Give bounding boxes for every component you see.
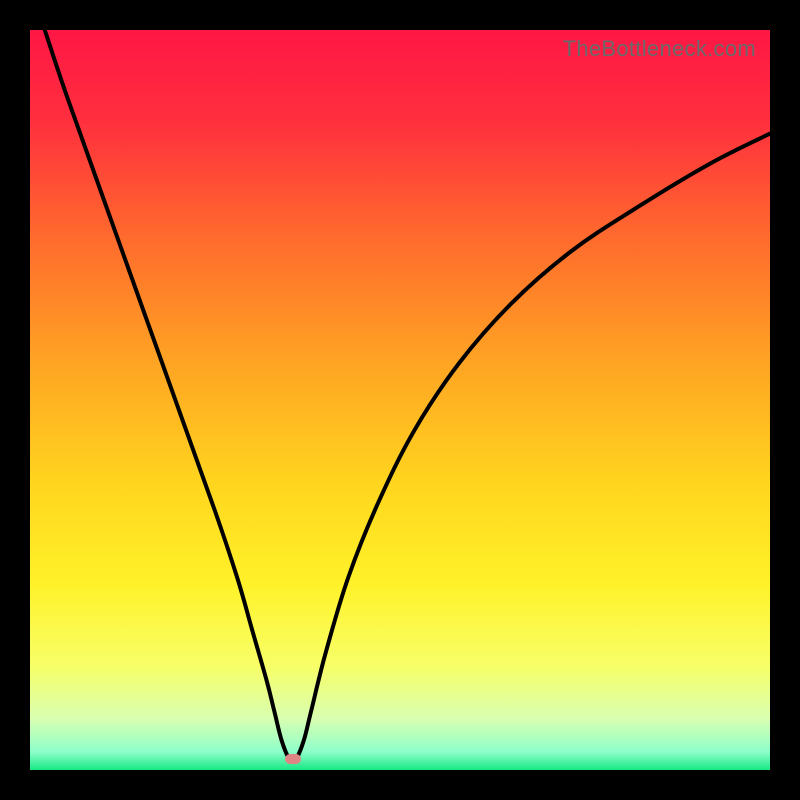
plot-area: TheBottleneck.com (30, 30, 770, 770)
outer-frame: TheBottleneck.com (0, 0, 800, 800)
min-point-marker (285, 754, 301, 764)
bottleneck-curve (45, 30, 770, 761)
curve-svg (30, 30, 770, 770)
